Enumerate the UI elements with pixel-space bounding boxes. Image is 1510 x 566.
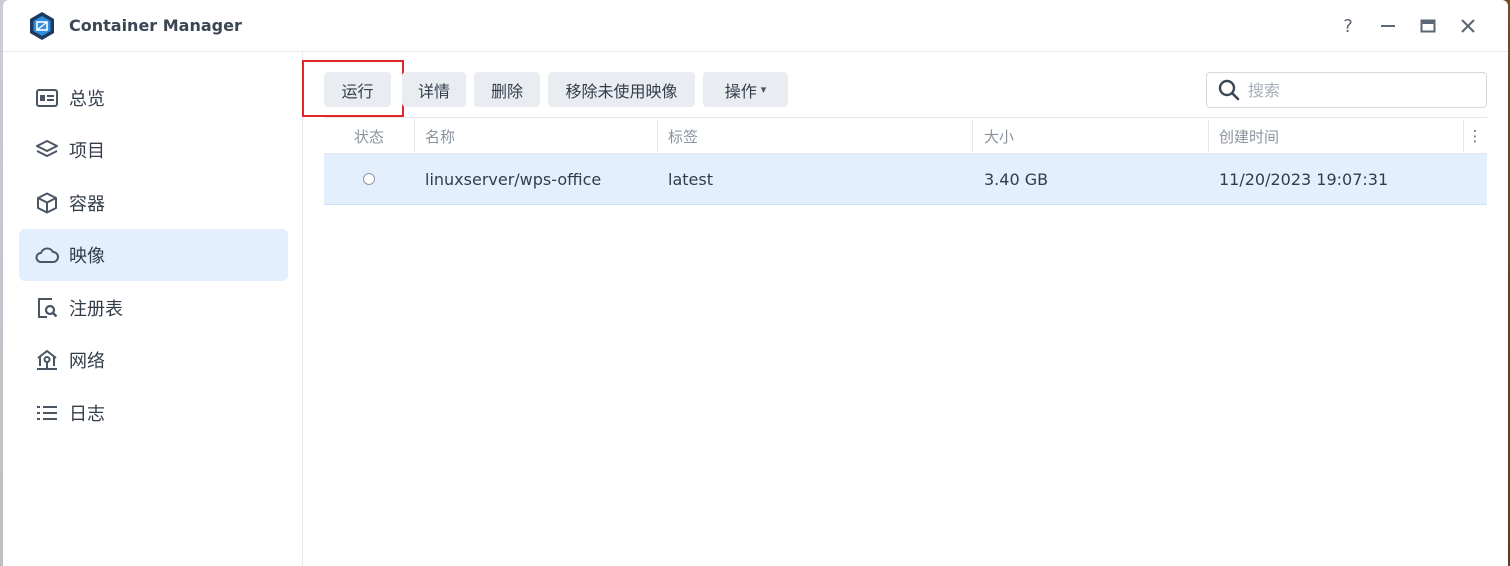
cube-icon	[35, 191, 59, 215]
table-row[interactable]: linuxserver/wps-office latest 3.40 GB 11…	[324, 154, 1487, 205]
column-header-tag[interactable]: 标签	[668, 118, 698, 154]
search-input[interactable]	[1248, 80, 1468, 100]
network-home-icon	[35, 348, 59, 372]
column-divider[interactable]	[1208, 120, 1209, 152]
sidebar-item-logs[interactable]: 日志	[19, 387, 288, 439]
column-divider[interactable]	[1463, 120, 1464, 152]
sidebar-item-label: 网络	[69, 351, 105, 372]
images-table: 状态 名称 标签 大小 创建时间 ⋮ linuxserver/wps-offic…	[324, 117, 1487, 205]
cloud-icon	[35, 243, 59, 267]
column-header-status[interactable]: 状态	[324, 118, 414, 154]
details-button[interactable]: 详情	[402, 72, 466, 107]
sidebar-item-label: 容器	[69, 194, 105, 215]
run-button[interactable]: 运行	[324, 72, 391, 107]
container-manager-logo-icon	[30, 12, 54, 40]
app-window: Container Manager ? 总览 项目 容器 映像 注册表 网络 日…	[3, 0, 1508, 566]
column-divider[interactable]	[972, 120, 973, 152]
status-cell	[324, 154, 414, 204]
search-box[interactable]	[1206, 72, 1487, 108]
help-button[interactable]: ?	[1336, 14, 1360, 38]
main-panel: 运行 详情 删除 移除未使用映像 操作 ▾ 状态 名	[302, 52, 1508, 566]
sidebar-item-network[interactable]: 网络	[19, 334, 288, 386]
tag-cell: latest	[668, 169, 713, 189]
remove-unused-images-button[interactable]: 移除未使用映像	[548, 72, 695, 107]
maximize-icon	[1420, 19, 1436, 33]
delete-button[interactable]: 删除	[474, 72, 540, 107]
search-icon	[1218, 79, 1240, 101]
maximize-button[interactable]	[1416, 14, 1440, 38]
sidebar-item-label: 映像	[69, 246, 105, 267]
close-icon	[1461, 19, 1475, 33]
actions-button-label: 操作	[724, 81, 757, 101]
layers-icon	[35, 138, 59, 162]
title-bar: Container Manager ?	[3, 0, 1508, 52]
remove-unused-images-label: 移除未使用映像	[565, 81, 678, 101]
minimize-button[interactable]	[1376, 14, 1400, 38]
sidebar-item-label: 日志	[69, 404, 105, 425]
column-divider[interactable]	[414, 120, 415, 152]
caret-down-icon: ▾	[760, 83, 767, 96]
minimize-icon	[1381, 25, 1395, 27]
sidebar-item-label: 注册表	[69, 299, 123, 320]
details-button-label: 详情	[417, 81, 450, 101]
sidebar-item-images[interactable]: 映像	[19, 229, 288, 281]
created-cell: 11/20/2023 19:07:31	[1219, 169, 1389, 189]
size-cell: 3.40 GB	[984, 169, 1049, 189]
column-options-button[interactable]: ⋮	[1466, 118, 1484, 154]
app-title: Container Manager	[69, 16, 242, 35]
name-cell: linuxserver/wps-office	[425, 169, 602, 189]
column-header-name[interactable]: 名称	[425, 118, 455, 154]
column-header-size[interactable]: 大小	[984, 118, 1014, 154]
table-header: 状态 名称 标签 大小 创建时间 ⋮	[324, 117, 1487, 154]
sidebar-item-containers[interactable]: 容器	[19, 177, 288, 229]
sidebar-item-overview[interactable]: 总览	[19, 72, 288, 124]
run-button-label: 运行	[341, 81, 374, 101]
help-icon: ?	[1343, 15, 1353, 37]
sidebar: 总览 项目 容器 映像 注册表 网络 日志	[3, 52, 303, 566]
sidebar-item-registry[interactable]: 注册表	[19, 282, 288, 334]
list-icon	[35, 401, 59, 425]
sidebar-item-projects[interactable]: 项目	[19, 124, 288, 176]
actions-dropdown-button[interactable]: 操作 ▾	[703, 72, 788, 107]
registry-search-icon	[35, 296, 59, 320]
close-button[interactable]	[1456, 14, 1480, 38]
column-divider[interactable]	[657, 120, 658, 152]
overview-icon	[35, 86, 59, 110]
delete-button-label: 删除	[490, 81, 523, 101]
sidebar-item-label: 项目	[69, 141, 105, 162]
status-stopped-icon	[363, 173, 375, 185]
column-header-created[interactable]: 创建时间	[1219, 118, 1279, 154]
sidebar-item-label: 总览	[69, 89, 105, 110]
more-vertical-icon: ⋮	[1467, 127, 1483, 145]
